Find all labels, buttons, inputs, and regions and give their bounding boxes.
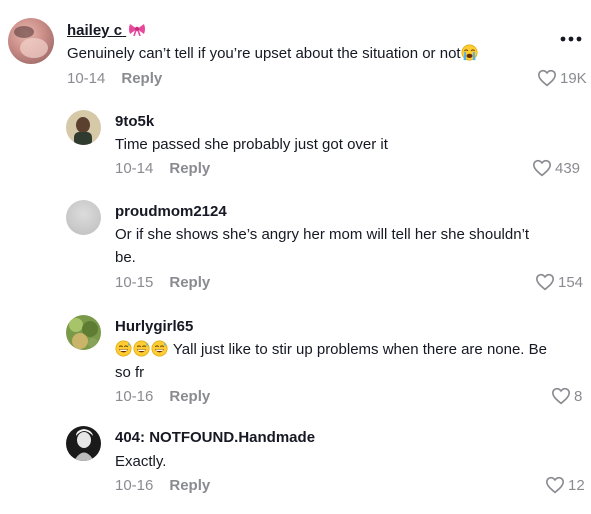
- avatar-photo: [74, 117, 92, 145]
- grinning-sweat-face-icon: [151, 340, 168, 357]
- avatar-photo: [14, 26, 48, 58]
- like-count: 8: [574, 387, 583, 405]
- comment-text: Exactly.: [115, 453, 167, 470]
- comment-hailey-c: hailey c Genuinely can’t tell if you’re …: [0, 0, 591, 100]
- avatar[interactable]: [66, 426, 101, 461]
- comment-date: 10-16: [115, 477, 154, 494]
- grinning-sweat-face-icon: [133, 340, 150, 357]
- comment-text-content: Genuinely can’t tell if you’re upset abo…: [67, 45, 461, 62]
- comment-meta: 10-16 Reply: [115, 477, 210, 494]
- comment-date: 10-15: [115, 274, 154, 291]
- username[interactable]: hailey c: [67, 22, 146, 39]
- heart-outline-icon: [537, 69, 557, 87]
- like-button[interactable]: 12: [545, 476, 585, 494]
- avatar[interactable]: [8, 18, 54, 64]
- like-button[interactable]: 439: [532, 159, 580, 177]
- username[interactable]: 9to5k: [115, 113, 154, 130]
- username-text[interactable]: hailey c: [67, 22, 122, 39]
- like-button[interactable]: 154: [535, 273, 583, 291]
- username[interactable]: proudmom2124: [115, 203, 227, 220]
- comment-text: Or if she shows she’s angry her mom will…: [115, 223, 529, 269]
- reply-proudmom2124: proudmom2124 Or if she shows she’s angry…: [0, 190, 591, 305]
- username[interactable]: 404: NOTFOUND.Handmade: [115, 429, 315, 446]
- username[interactable]: Hurlygirl65: [115, 318, 193, 335]
- like-count: 12: [568, 476, 585, 494]
- comment-date: 10-16: [115, 388, 154, 405]
- heart-outline-icon: [551, 387, 571, 405]
- reply-button[interactable]: Reply: [169, 477, 210, 494]
- avatar-photo: [69, 318, 98, 349]
- comment-meta: 10-14 Reply: [67, 70, 162, 87]
- avatar-photo: [74, 429, 94, 461]
- comment-meta: 10-14 Reply: [115, 160, 210, 177]
- like-count: 154: [558, 273, 584, 291]
- comment-text: Yall just like to stir up problems when …: [115, 338, 590, 384]
- bow-icon: [129, 24, 146, 37]
- avatar[interactable]: [66, 315, 101, 350]
- comment-text-line: Yall just like to stir up problems when …: [115, 338, 590, 361]
- reply-9to5k: 9to5k Time passed she probably just got …: [0, 100, 591, 190]
- reply-404-notfound-handmade: 404: NOTFOUND.Handmade Exactly. 10-16 Rep…: [0, 420, 591, 514]
- more-options-icon[interactable]: [560, 29, 582, 42]
- like-button[interactable]: 8: [551, 387, 582, 405]
- like-count: 19K: [560, 69, 587, 87]
- comment-text-line: Or if she shows she’s angry her mom will…: [115, 226, 530, 243]
- comment-text: Time passed she probably just got over i…: [115, 136, 388, 153]
- avatar[interactable]: [66, 200, 101, 235]
- avatar[interactable]: [66, 110, 101, 145]
- like-count: 439: [555, 159, 581, 177]
- comment-text: Genuinely can’t tell if you’re upset abo…: [67, 42, 479, 65]
- like-button[interactable]: 19K: [537, 69, 587, 87]
- grinning-sweat-face-icon: [115, 340, 132, 357]
- comment-text-content: Yall just like to stir up problems when …: [172, 341, 547, 358]
- loudly-crying-face-icon: [461, 44, 478, 61]
- comment-date: 10-14: [115, 160, 154, 177]
- reply-button[interactable]: Reply: [169, 160, 210, 177]
- reply-button[interactable]: Reply: [121, 70, 162, 87]
- heart-outline-icon: [535, 273, 555, 291]
- comment-date: 10-14: [67, 70, 106, 87]
- reply-hurlygirl65: Hurlygirl65 Yall just like to stir up pr…: [0, 305, 591, 420]
- heart-outline-icon: [545, 476, 565, 494]
- comment-text-line: be.: [115, 249, 136, 266]
- comment-text-line: so fr: [115, 364, 145, 381]
- reply-button[interactable]: Reply: [169, 274, 210, 291]
- comment-meta: 10-15 Reply: [115, 274, 210, 291]
- reply-button[interactable]: Reply: [169, 388, 210, 405]
- comment-meta: 10-16 Reply: [115, 388, 210, 405]
- heart-outline-icon: [532, 159, 552, 177]
